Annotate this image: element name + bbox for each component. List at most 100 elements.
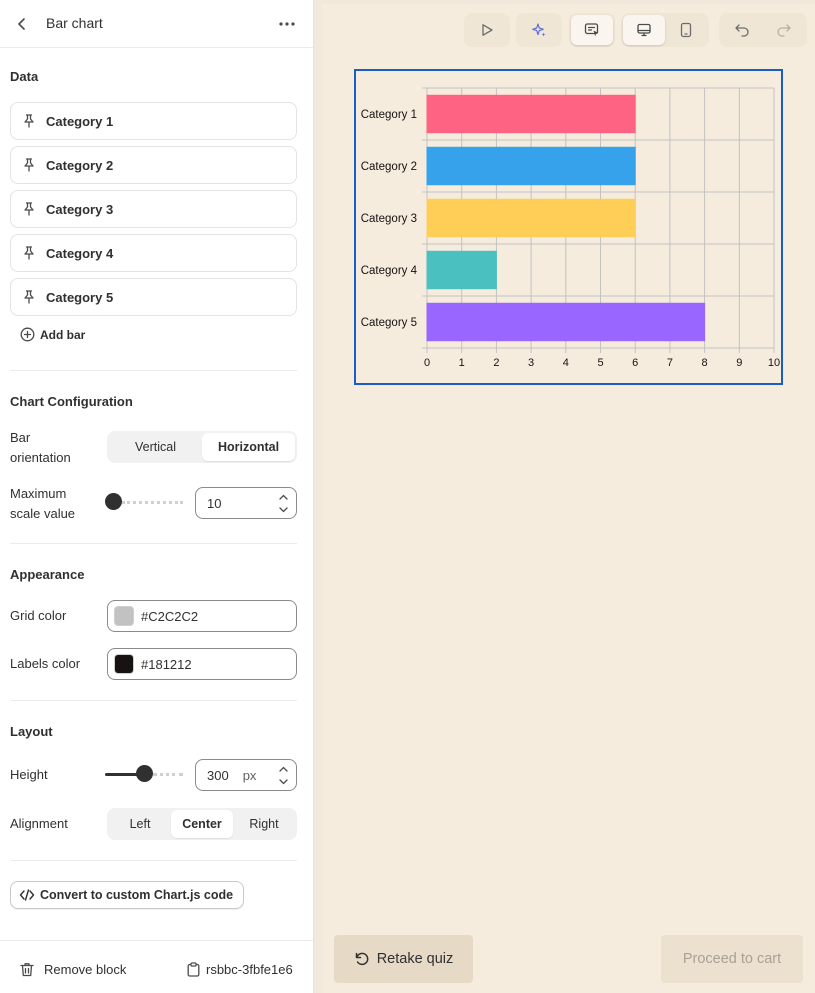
stepper-up-button[interactable] — [273, 763, 293, 774]
category-item[interactable]: Category 2 — [10, 146, 297, 184]
bar — [426, 198, 636, 238]
remove-block-button[interactable]: Remove block — [20, 962, 126, 977]
stepper-up-button[interactable] — [273, 491, 293, 502]
ai-assist-button[interactable] — [518, 15, 560, 45]
block-id[interactable]: rsbbc-3fbfe1e6 — [187, 962, 293, 977]
divider — [10, 370, 297, 371]
chart-frame[interactable]: 0 1 2 3 4 5 6 7 8 9 10 Category 1 Category 2 Category… — [354, 69, 783, 385]
alignment-option-center[interactable]: Center — [171, 810, 233, 838]
chart-bars — [426, 94, 706, 342]
number-stepper — [273, 491, 293, 515]
category-item[interactable]: Category 1 — [10, 102, 297, 140]
max-scale-value: 10 — [207, 495, 222, 511]
retake-quiz-button[interactable]: Retake quiz — [334, 935, 473, 983]
bar — [426, 146, 636, 186]
back-button[interactable] — [12, 14, 32, 34]
divider — [10, 860, 297, 861]
category-item[interactable]: Category 5 — [10, 278, 297, 316]
category-item[interactable]: Category 4 — [10, 234, 297, 272]
desktop-icon — [637, 23, 651, 37]
grid-color-swatch[interactable] — [114, 606, 134, 626]
redo-icon — [777, 24, 791, 37]
undo-button[interactable] — [721, 15, 763, 45]
y-category-label: Category 3 — [361, 213, 417, 225]
max-scale-slider[interactable] — [105, 492, 183, 512]
height-value: 300 — [207, 767, 229, 783]
proceed-to-cart-label: Proceed to cart — [682, 951, 782, 967]
inspect-button[interactable] — [571, 15, 613, 45]
proceed-to-cart-button[interactable]: Proceed to cart — [661, 935, 803, 983]
grid-color-label: Grid color — [10, 608, 67, 623]
alignment-option-right[interactable]: Right — [233, 810, 295, 838]
max-scale-input[interactable]: 10 — [195, 487, 297, 519]
orientation-label: Bar orientation — [10, 430, 71, 465]
undo-icon — [735, 24, 749, 37]
x-tick-label: 9 — [736, 357, 742, 369]
bar — [426, 94, 636, 134]
orientation-option-horizontal[interactable]: Horizontal — [202, 433, 295, 461]
stepper-down-button[interactable] — [273, 504, 293, 515]
desktop-view-button[interactable] — [623, 15, 665, 45]
rotate-ccw-icon — [355, 952, 369, 966]
toolbar-device-group — [621, 13, 709, 47]
x-tick-label: 1 — [459, 357, 465, 369]
height-input[interactable]: 300 px — [195, 759, 297, 791]
x-tick-label: 10 — [768, 357, 780, 369]
add-bar-label: Add bar — [40, 327, 86, 342]
sparkle-icon — [532, 23, 546, 37]
convert-to-chartjs-button[interactable]: Convert to custom Chart.js code — [10, 881, 245, 909]
pin-icon — [21, 245, 37, 261]
inspect-icon — [584, 23, 599, 37]
x-tick-label: 5 — [597, 357, 603, 369]
divider — [10, 543, 297, 544]
remove-block-label: Remove block — [44, 962, 127, 977]
pin-icon — [21, 201, 37, 217]
pin-icon — [21, 113, 37, 129]
data-section-title: Data — [10, 69, 39, 84]
category-item[interactable]: Category 3 — [10, 190, 297, 228]
y-category-label: Category 2 — [361, 161, 417, 173]
mobile-view-button[interactable] — [665, 15, 707, 45]
x-tick-label: 2 — [493, 357, 499, 369]
alignment-option-left[interactable]: Left — [109, 810, 171, 838]
slider-track — [152, 773, 183, 776]
category-label: Category 3 — [46, 201, 114, 217]
alignment-label: Alignment — [10, 816, 68, 831]
x-tick-label: 8 — [702, 357, 708, 369]
more-options-button[interactable] — [277, 14, 297, 34]
preview-play-button[interactable] — [466, 15, 508, 45]
block-id-label: rsbbc-3fbfe1e6 — [206, 962, 293, 977]
toolbar-inspect-group — [569, 13, 615, 47]
grid-color-input[interactable]: #C2C2C2 — [107, 600, 297, 632]
chevron-down-icon — [278, 506, 288, 512]
slider-thumb[interactable] — [105, 493, 122, 510]
category-label: Category 2 — [46, 157, 114, 173]
slider-thumb[interactable] — [135, 765, 153, 782]
chevron-down-icon — [278, 778, 288, 784]
labels-color-swatch[interactable] — [114, 654, 134, 674]
retake-quiz-label: Retake quiz — [376, 951, 454, 967]
labels-color-input[interactable]: #181212 — [107, 648, 297, 680]
height-label: Height — [10, 767, 48, 782]
clipboard-icon — [187, 962, 200, 977]
redo-button[interactable] — [763, 15, 805, 45]
slider-track — [122, 501, 183, 504]
add-bar-button[interactable]: Add bar — [20, 327, 85, 342]
stepper-down-button[interactable] — [273, 776, 293, 787]
x-tick-label: 3 — [528, 357, 534, 369]
height-slider[interactable] — [105, 764, 183, 784]
sidebar-header: Bar chart — [0, 0, 313, 48]
x-tick-label: 4 — [563, 357, 569, 369]
toolbar-preview-group — [464, 13, 510, 47]
convert-label: Convert to custom Chart.js code — [40, 888, 234, 902]
category-label: Category 4 — [46, 245, 114, 261]
orientation-option-vertical[interactable]: Vertical — [109, 433, 202, 461]
category-label: Category 1 — [46, 113, 114, 129]
ellipsis-icon — [279, 22, 295, 26]
grid-color-value: #C2C2C2 — [141, 608, 199, 624]
y-category-label: Category 5 — [361, 317, 417, 329]
bar — [426, 302, 706, 342]
orientation-toggle: Vertical Horizontal — [107, 431, 297, 463]
block-title: Bar chart — [46, 15, 103, 31]
plus-circle-icon — [20, 327, 35, 342]
